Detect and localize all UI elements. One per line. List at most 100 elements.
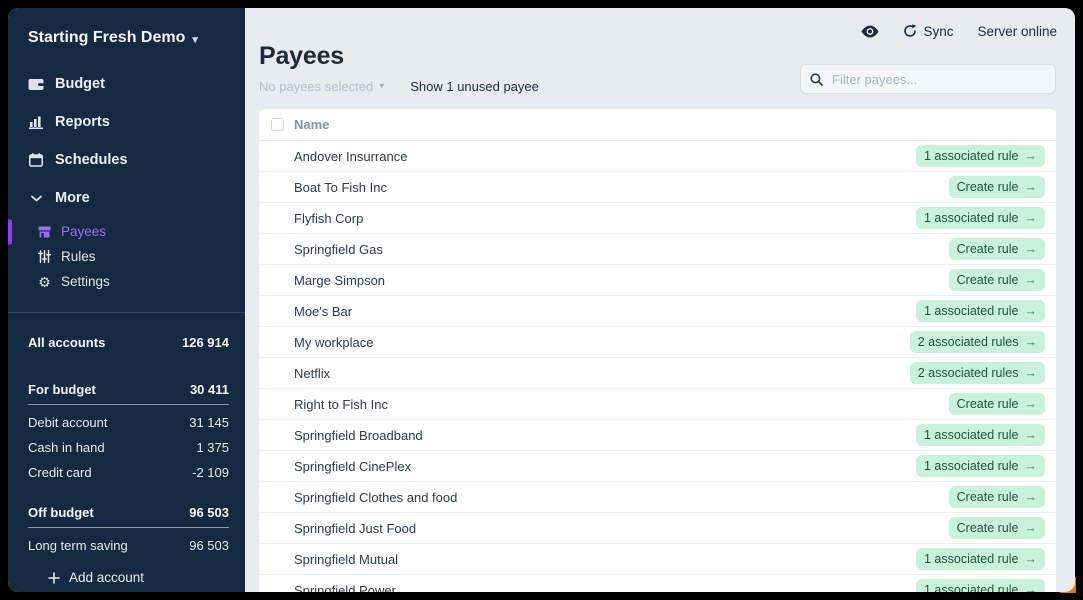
- account-row-cash[interactable]: Cash in hand 1 375: [28, 435, 229, 460]
- table-row[interactable]: Springfield Gas Create rule →: [259, 234, 1056, 265]
- table-row[interactable]: Right to Fish Inc Create rule →: [259, 389, 1056, 420]
- selection-dropdown[interactable]: No payees selected ▾: [259, 79, 384, 94]
- account-row-credit-card[interactable]: Credit card -2 109: [28, 460, 229, 485]
- gear-icon: ⚙: [38, 273, 51, 290]
- payee-name: Boat To Fish Inc: [294, 179, 387, 195]
- sidebar-subnav: Payees Rules ⚙ Settings: [8, 217, 245, 296]
- sidebar-item-schedules[interactable]: Schedules: [8, 141, 245, 179]
- wallet-icon: [28, 78, 44, 91]
- badge-label: Create rule: [956, 397, 1019, 411]
- sync-button[interactable]: Sync: [903, 24, 953, 39]
- rule-badge[interactable]: 1 associated rule →: [915, 579, 1045, 592]
- table-row[interactable]: Flyfish Corp 1 associated rule →: [259, 203, 1056, 234]
- account-label: Cash in hand: [28, 440, 105, 455]
- for-budget-accounts: Debit account 31 145 Cash in hand 1 375 …: [28, 405, 229, 485]
- badge-label: Create rule: [956, 521, 1019, 535]
- payee-name: Netflix: [294, 365, 331, 381]
- off-budget-header-row[interactable]: Off budget 96 503: [28, 499, 229, 528]
- table-row[interactable]: Moe's Bar 1 associated rule →: [259, 296, 1056, 327]
- plus-icon: [48, 571, 60, 584]
- table-row[interactable]: Netflix 2 associated rules →: [259, 358, 1056, 389]
- badge-label: Create rule: [956, 180, 1019, 194]
- payee-name: Springfield Power: [294, 582, 396, 593]
- all-accounts-row[interactable]: All accounts 126 914: [28, 325, 229, 362]
- rule-badge[interactable]: Create rule →: [948, 269, 1045, 291]
- payee-name: Springfield Just Food: [294, 520, 417, 536]
- table-row[interactable]: My workplace 2 associated rules →: [259, 327, 1056, 358]
- payee-name: Springfield Clothes and food: [294, 489, 458, 505]
- off-budget-group: Off budget 96 503 Long term saving 96 50…: [28, 499, 229, 558]
- account-label: All accounts: [28, 335, 106, 350]
- account-label: Credit card: [28, 465, 92, 480]
- sidebar-item-budget[interactable]: Budget: [8, 65, 245, 103]
- table-row[interactable]: Springfield Clothes and food Create rule…: [259, 482, 1056, 513]
- active-indicator: [8, 219, 12, 244]
- badge-label: 1 associated rule: [923, 149, 1019, 163]
- sidebar-item-rules[interactable]: Rules: [8, 244, 245, 269]
- add-account-button[interactable]: Add account: [28, 558, 229, 592]
- name-column-header: Name: [294, 117, 330, 132]
- sidebar-item-reports[interactable]: Reports: [8, 103, 245, 141]
- chevron-down-icon: ▾: [192, 33, 198, 46]
- account-row-debit[interactable]: Debit account 31 145: [28, 410, 229, 435]
- sidebar-item-label: Schedules: [55, 152, 128, 168]
- sidebar-item-payees[interactable]: Payees: [8, 219, 245, 244]
- sidebar-item-label: More: [55, 190, 90, 206]
- budget-file-menu[interactable]: Starting Fresh Demo ▾: [8, 8, 245, 59]
- table-row[interactable]: Boat To Fish Inc Create rule →: [259, 172, 1056, 203]
- server-status-button[interactable]: Server online: [977, 24, 1057, 39]
- rule-badge[interactable]: 1 associated rule →: [915, 455, 1045, 477]
- rule-badge[interactable]: 2 associated rules →: [909, 362, 1045, 384]
- sidebar-item-label: Settings: [61, 274, 110, 289]
- rule-badge[interactable]: Create rule →: [948, 238, 1045, 260]
- select-all-checkbox[interactable]: [271, 118, 284, 131]
- rule-badge[interactable]: Create rule →: [948, 517, 1045, 539]
- rule-badge[interactable]: 1 associated rule →: [915, 145, 1045, 167]
- sidebar-nav: Budget Reports Schedules More Payees Rul…: [8, 59, 245, 296]
- account-balance: 96 503: [189, 538, 229, 553]
- rule-badge[interactable]: Create rule →: [948, 486, 1045, 508]
- rule-badge[interactable]: 1 associated rule →: [915, 300, 1045, 322]
- badge-label: Create rule: [956, 273, 1019, 287]
- table-row[interactable]: Springfield Mutual 1 associated rule →: [259, 544, 1056, 575]
- table-row[interactable]: Andover Insurrance 1 associated rule →: [259, 141, 1056, 172]
- table-row[interactable]: Springfield CinePlex 1 associated rule →: [259, 451, 1056, 482]
- payee-name: Springfield Broadband: [294, 427, 423, 443]
- rule-badge[interactable]: 2 associated rules →: [909, 331, 1045, 353]
- rule-badge[interactable]: 1 associated rule →: [915, 424, 1045, 446]
- account-balance: -2 109: [192, 465, 229, 480]
- table-row[interactable]: Marge Simpson Create rule →: [259, 265, 1056, 296]
- arrow-right-icon: →: [1024, 149, 1038, 163]
- account-row-long-term-saving[interactable]: Long term saving 96 503: [28, 533, 229, 558]
- table-row[interactable]: Springfield Just Food Create rule →: [259, 513, 1056, 544]
- badge-label: 1 associated rule: [923, 304, 1019, 318]
- topbar: Sync Server online: [245, 8, 1075, 41]
- payee-name: Moe's Bar: [294, 303, 353, 319]
- rule-badge[interactable]: 1 associated rule →: [915, 548, 1045, 570]
- arrow-right-icon: →: [1024, 521, 1038, 535]
- payee-name: Right to Fish Inc: [294, 396, 388, 412]
- sidebar-item-more[interactable]: More: [8, 179, 245, 217]
- for-budget-header-row[interactable]: For budget 30 411: [28, 376, 229, 405]
- badge-label: 1 associated rule: [923, 428, 1019, 442]
- privacy-eye-button[interactable]: [861, 25, 879, 38]
- filter-payees-input[interactable]: [830, 70, 1046, 88]
- show-unused-payee-link[interactable]: Show 1 unused payee: [410, 79, 539, 94]
- account-balance: 31 145: [189, 415, 229, 430]
- arrow-right-icon: →: [1024, 583, 1038, 592]
- calendar-icon: [28, 153, 44, 167]
- rule-badge[interactable]: Create rule →: [948, 393, 1045, 415]
- server-status-label: Server online: [977, 23, 1057, 39]
- filter-payees-searchbox[interactable]: [800, 64, 1056, 94]
- sidebar-item-settings[interactable]: ⚙ Settings: [8, 269, 245, 294]
- add-account-label: Add account: [69, 570, 145, 585]
- rule-badge[interactable]: 1 associated rule →: [915, 207, 1045, 229]
- page-header-left: Payees No payees selected ▾ Show 1 unuse…: [259, 41, 539, 94]
- eye-icon: [861, 25, 879, 38]
- rule-badge[interactable]: Create rule →: [948, 176, 1045, 198]
- account-balance: 1 375: [196, 440, 229, 455]
- chevron-down-icon: [28, 195, 44, 202]
- table-row[interactable]: Springfield Power 1 associated rule →: [259, 575, 1056, 592]
- sync-icon: [903, 24, 917, 38]
- table-row[interactable]: Springfield Broadband 1 associated rule …: [259, 420, 1056, 451]
